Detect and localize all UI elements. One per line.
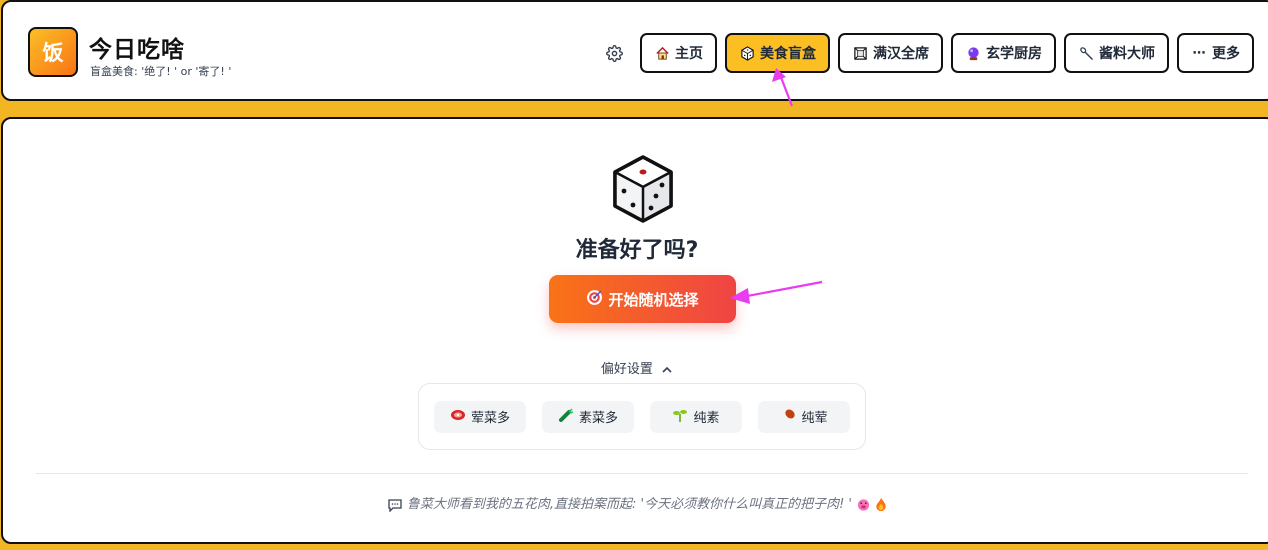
nav-blindbox-button[interactable]: 美食盲盒 (725, 33, 830, 73)
ready-heading: 准备好了吗? (575, 238, 699, 263)
tip-quote: 鲁菜大师看到我的五花肉,直接拍案而起: '今天必须教你什么叫真正的把子肉! ' (3, 493, 1268, 513)
divider (36, 473, 1248, 474)
pref-all-meat-button[interactable]: 纯荤 (758, 400, 850, 433)
app-title: 今日吃啥 (89, 37, 185, 63)
pref-more-veg-label: 素菜多 (578, 411, 618, 426)
target-icon (586, 289, 603, 310)
dice-icon (739, 45, 755, 61)
sprout-icon (672, 407, 688, 427)
pref-more-veg-button[interactable]: 素菜多 (542, 400, 634, 433)
pref-vegan-label: 纯素 (693, 411, 720, 426)
nav-home-label: 主页 (675, 46, 703, 62)
nav-blindbox-label: 美食盲盒 (760, 46, 816, 62)
settings-gear-icon[interactable] (604, 43, 624, 63)
pref-more-meat-label: 荤菜多 (470, 411, 510, 426)
preferences-toggle-label: 偏好设置 (600, 362, 653, 377)
crystal-ball-icon (965, 46, 981, 61)
chevron-up-icon (657, 362, 673, 377)
spoon-icon (1078, 46, 1094, 61)
ellipsis-icon: ⋯ (1192, 45, 1206, 61)
app-subtitle: 盲盒美食: '绝了! ' or '寄了! ' (90, 65, 232, 78)
pref-vegan-button[interactable]: 纯素 (650, 400, 742, 433)
large-dice-icon (613, 155, 673, 223)
frame-icon (852, 46, 868, 61)
nav-sauce-button[interactable]: 酱料大师 (1064, 33, 1169, 73)
fire-icon (875, 497, 887, 512)
pref-all-meat-label: 纯荤 (801, 411, 828, 426)
nav-home-button[interactable]: 主页 (640, 33, 717, 73)
nav-mystic-button[interactable]: 玄学厨房 (951, 33, 1056, 73)
start-random-label: 开始随机选择 (608, 290, 699, 309)
main-nav: 主页 美食盲盒 满汉全席 玄学厨房 酱料大师 ⋯ 更多 (640, 33, 1254, 73)
tip-quote-text: 鲁菜大师看到我的五花肉,直接拍案而起: '今天必须教你什么叫真正的把子肉! ' (406, 497, 852, 512)
drumstick-icon (780, 407, 796, 427)
house-icon (654, 46, 670, 61)
pref-more-meat-button[interactable]: 荤菜多 (434, 400, 526, 433)
nav-more-button[interactable]: ⋯ 更多 (1177, 33, 1254, 73)
preferences-toggle[interactable]: 偏好设置 (3, 358, 1268, 377)
nav-feast-label: 满汉全席 (873, 46, 929, 62)
nav-mystic-label: 玄学厨房 (986, 46, 1042, 62)
preferences-panel: 荤菜多 素菜多 纯素 纯荤 (418, 383, 866, 450)
app-logo[interactable]: 饭 (28, 27, 78, 77)
pig-icon (856, 497, 875, 512)
meat-icon (450, 408, 466, 426)
nav-feast-button[interactable]: 满汉全席 (838, 33, 943, 73)
blindbox-panel: 准备好了吗? 开始随机选择 偏好设置 荤菜多 素菜多 纯素 纯荤 鲁菜大师看到我… (1, 117, 1268, 544)
top-header: 饭 今日吃啥 盲盒美食: '绝了! ' or '寄了! ' 主页 美食盲盒 满汉… (1, 0, 1268, 101)
nav-more-label: 更多 (1212, 46, 1240, 62)
vegetable-icon (558, 407, 574, 427)
nav-sauce-label: 酱料大师 (1099, 46, 1155, 62)
speech-bubble-icon (387, 497, 407, 513)
start-random-button[interactable]: 开始随机选择 (549, 275, 736, 323)
